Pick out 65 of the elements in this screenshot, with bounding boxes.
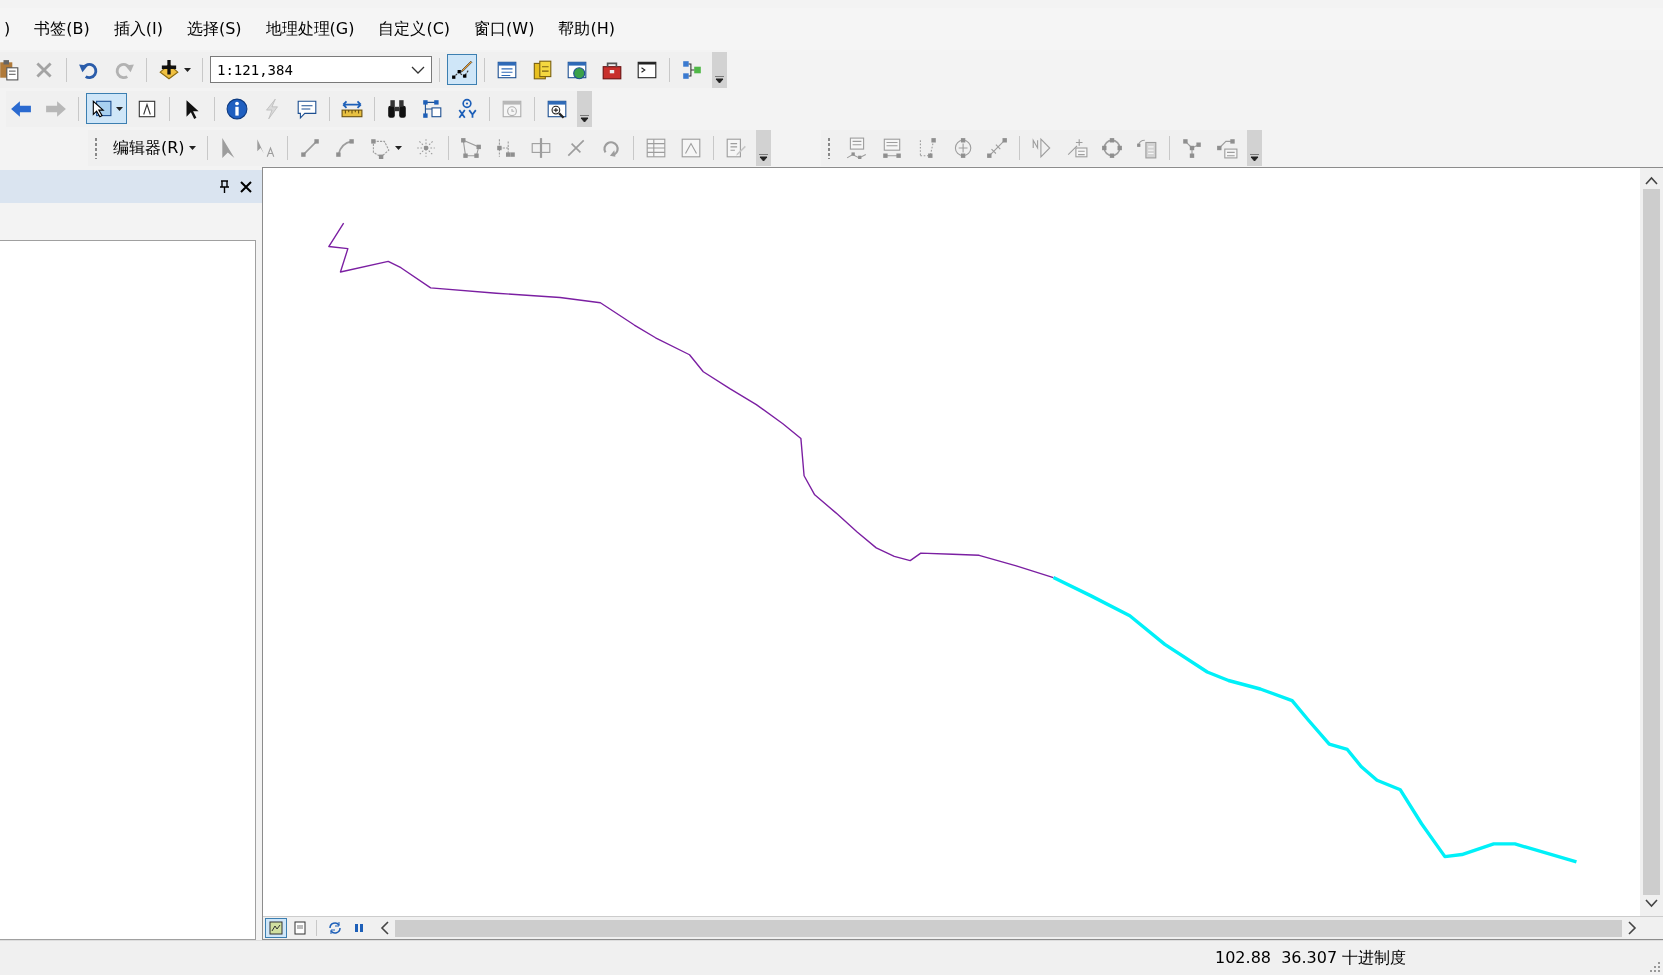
pause-icon xyxy=(352,921,366,935)
toolbar-options-button[interactable] xyxy=(712,51,727,88)
menu-item[interactable]: 地理处理(G) xyxy=(253,17,367,41)
scroll-right-icon[interactable] xyxy=(1628,921,1637,935)
chevron-down-icon xyxy=(715,75,724,84)
menu-item[interactable]: 书签(B) xyxy=(22,17,102,41)
scroll-up-icon[interactable] xyxy=(1645,176,1658,185)
pin-icon[interactable] xyxy=(219,180,230,193)
nodes-icon xyxy=(421,97,443,120)
scrollbar-thumb[interactable] xyxy=(1643,189,1660,895)
create-icon xyxy=(724,136,747,159)
scale-field[interactable]: 1:121,384 xyxy=(210,56,432,83)
menu-item[interactable]: 自定义(C) xyxy=(366,17,463,41)
toolbar-button[interactable] xyxy=(86,93,127,124)
vertices-icon xyxy=(459,136,482,159)
editor-menu[interactable]: 编辑器(R) xyxy=(109,135,200,160)
sketch-icon xyxy=(679,136,702,159)
toolbar-options-button[interactable] xyxy=(577,90,592,127)
scroll-down-icon[interactable] xyxy=(1645,899,1658,908)
chevron-down-icon xyxy=(411,66,425,74)
menu-item[interactable]: 插入(I) xyxy=(101,17,175,41)
binoculars-icon xyxy=(386,97,408,120)
refresh-icon xyxy=(328,921,342,935)
menu-item[interactable]: 窗口(W) xyxy=(462,17,547,41)
dashed-line-icon xyxy=(985,136,1008,159)
diagram-icon xyxy=(681,58,703,81)
coordinates-text: 102.88 36.307 十进制度 xyxy=(1215,947,1407,969)
toolbar-options-button[interactable] xyxy=(755,129,771,166)
line-segment-icon xyxy=(298,136,321,159)
toolbar-button[interactable] xyxy=(447,54,477,85)
north-arrow-icon xyxy=(1030,136,1053,159)
caret-icon xyxy=(188,145,196,150)
globe-page-icon xyxy=(269,921,283,935)
toolbar-options-button[interactable] xyxy=(1246,129,1262,166)
menu-item[interactable]: 帮助(H) xyxy=(546,17,627,41)
plus-table-icon xyxy=(1065,136,1088,159)
target-icon xyxy=(456,97,478,120)
cut-icon xyxy=(529,136,552,159)
pencil-icon xyxy=(451,58,473,81)
scroll-left-icon[interactable] xyxy=(380,921,389,935)
menu-item[interactable]: ) xyxy=(0,17,23,41)
chevron-down-icon xyxy=(580,114,589,123)
view-button[interactable] xyxy=(265,918,287,938)
segment-list-icon xyxy=(880,136,903,159)
arc-icon xyxy=(333,136,356,159)
close-icon[interactable] xyxy=(240,180,252,193)
flow-table-icon xyxy=(1215,136,1238,159)
menu-item[interactable]: 选择(S) xyxy=(174,17,254,41)
chevron-down-icon xyxy=(758,153,768,162)
page-icon xyxy=(293,921,307,935)
cabinet-icon xyxy=(531,58,553,81)
info-icon xyxy=(226,97,248,120)
point-icon xyxy=(414,136,437,159)
vertex-list-icon xyxy=(845,136,868,159)
reshape-icon xyxy=(494,136,517,159)
resize-grip-icon[interactable] xyxy=(1649,961,1661,973)
plus-icon xyxy=(158,58,180,81)
flow-icon xyxy=(1180,136,1203,159)
polygon-icon xyxy=(368,136,391,159)
drag-handle[interactable] xyxy=(94,136,98,159)
clipboard-icon xyxy=(0,58,20,81)
circle-polygon-icon xyxy=(1100,136,1123,159)
table-icon xyxy=(644,136,667,159)
chevron-down-icon xyxy=(1249,153,1259,162)
scrollbar-thumb[interactable] xyxy=(395,919,1622,937)
